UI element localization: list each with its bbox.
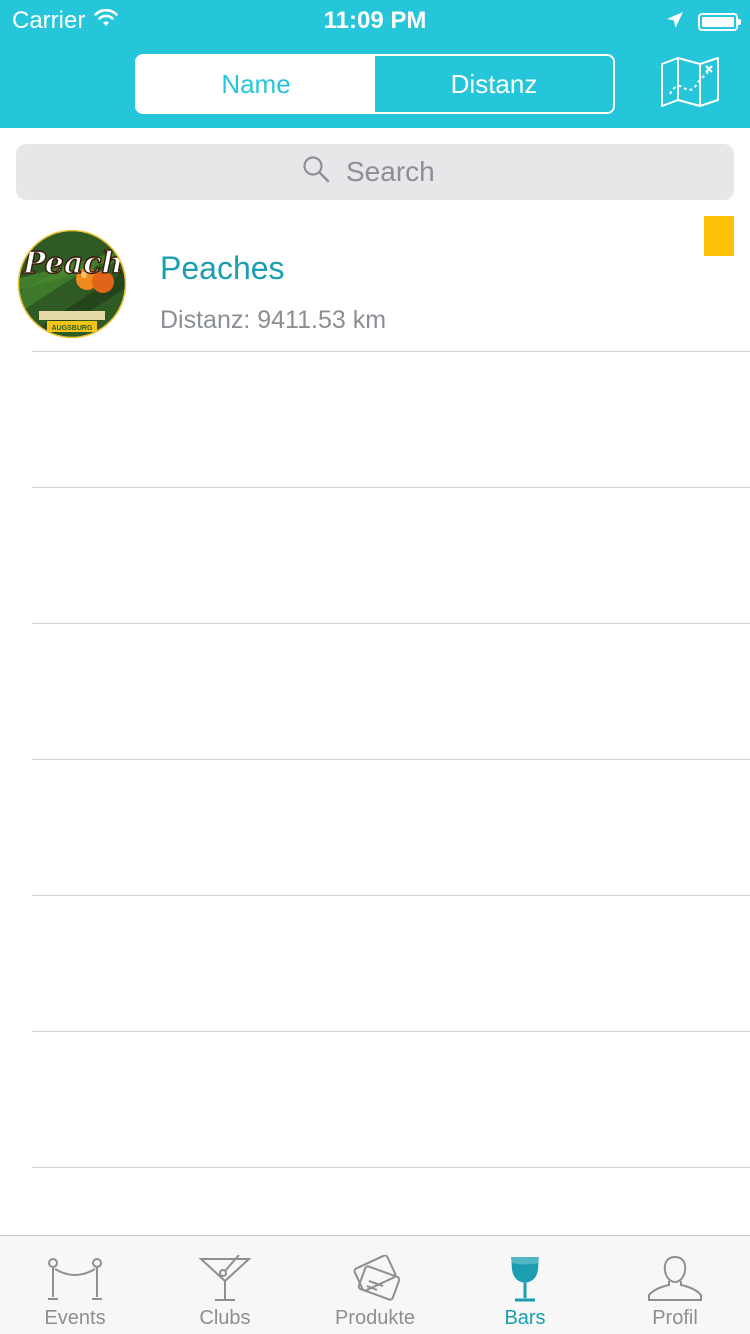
battery-icon [698, 13, 741, 31]
list-item-empty [0, 760, 750, 896]
person-icon [648, 1255, 702, 1301]
rope-barrier-icon [48, 1258, 102, 1300]
list-item-empty [0, 352, 750, 488]
search-bar[interactable] [16, 144, 734, 200]
map-button[interactable] [660, 56, 720, 108]
sort-segmented-control: Name Distanz [135, 54, 615, 114]
tab-bars[interactable]: Bars [450, 1236, 600, 1334]
cocktail-glass-icon [198, 1255, 252, 1301]
row-divider [32, 1167, 750, 1168]
list-item-peaches[interactable]: Peaches AUGSBURG Peaches Distanz: 9411.5… [0, 216, 750, 352]
list-item-empty [0, 624, 750, 760]
segment-name[interactable]: Name [137, 56, 375, 112]
tab-label: Events [44, 1307, 106, 1329]
tab-bar: Events Clubs Produkte Bars Profil [0, 1235, 750, 1334]
bar-name: Peaches [160, 250, 285, 286]
location-arrow-icon [666, 8, 684, 36]
list-item-empty [0, 896, 750, 1032]
bars-list: Peaches AUGSBURG Peaches Distanz: 9411.5… [0, 216, 750, 1168]
status-time: 11:09 PM [323, 7, 427, 34]
map-icon [661, 57, 719, 107]
segment-distanz[interactable]: Distanz [375, 56, 613, 112]
navigation-header: Carrier 11:09 PM Name Distanz [0, 0, 750, 128]
tab-produkte[interactable]: Produkte [300, 1236, 450, 1334]
tab-label: Bars [504, 1307, 546, 1329]
list-item-empty [0, 1032, 750, 1168]
status-badge [704, 216, 734, 256]
status-right [666, 8, 741, 36]
bar-logo: Peaches AUGSBURG [17, 229, 127, 339]
screen: Carrier 11:09 PM Name Distanz Search Pea… [0, 0, 750, 1334]
search-input[interactable] [344, 155, 448, 189]
tab-profil[interactable]: Profil [600, 1236, 750, 1334]
status-bar: Carrier 11:09 PM [0, 0, 750, 40]
tab-events[interactable]: Events [0, 1236, 150, 1334]
tickets-icon [353, 1255, 401, 1301]
tab-label: Clubs [199, 1307, 251, 1329]
svg-text:AUGSBURG: AUGSBURG [52, 325, 93, 332]
search-icon [302, 155, 330, 190]
tab-clubs[interactable]: Clubs [150, 1236, 300, 1334]
bar-distance: Distanz: 9411.53 km [160, 306, 387, 334]
wine-glass-icon [511, 1257, 539, 1302]
list-item-empty [0, 488, 750, 624]
tab-label: Produkte [334, 1307, 416, 1329]
svg-text:Peaches: Peaches [22, 246, 127, 281]
tab-label: Profil [652, 1307, 698, 1329]
